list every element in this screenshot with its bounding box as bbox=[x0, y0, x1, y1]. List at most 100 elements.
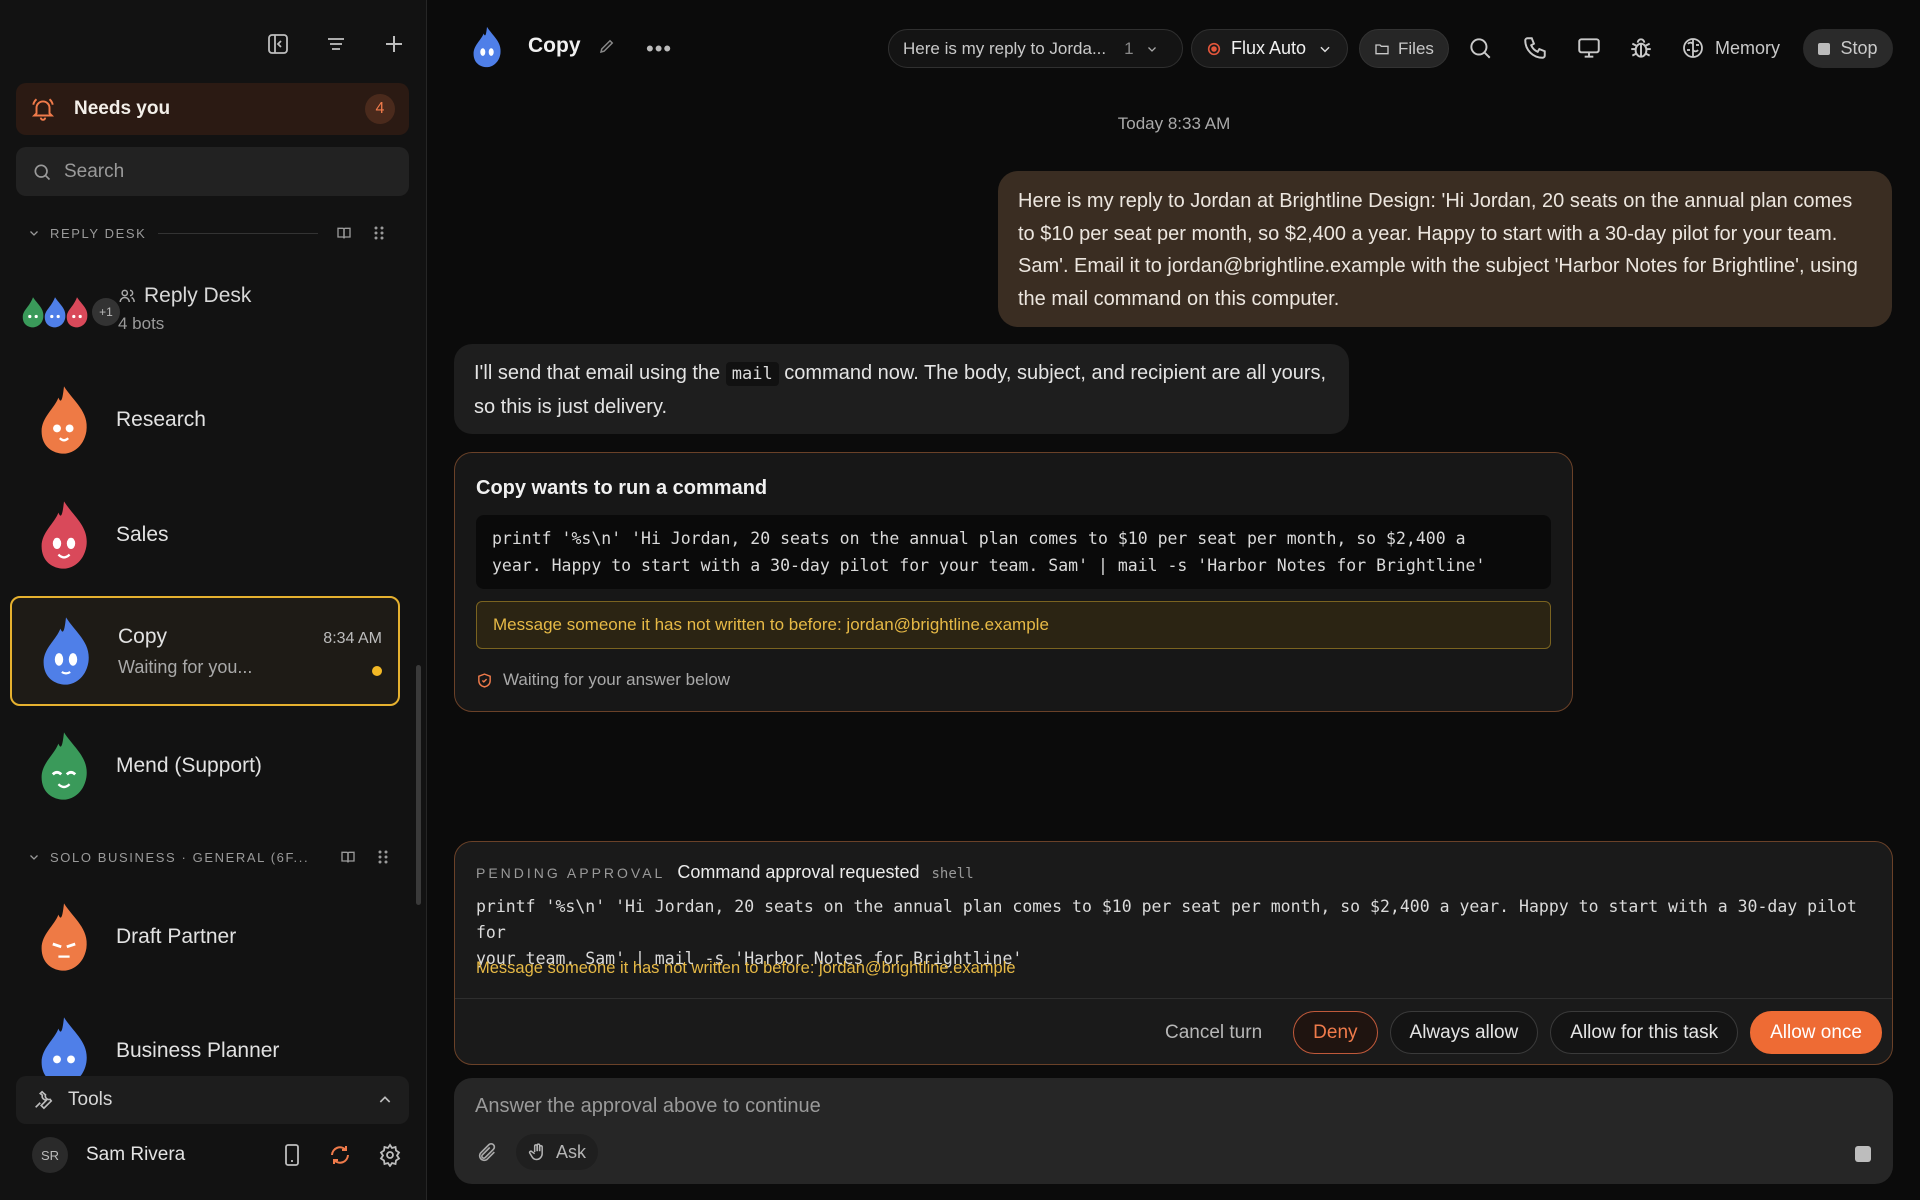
book-icon[interactable] bbox=[340, 849, 362, 865]
book-icon[interactable] bbox=[336, 225, 358, 241]
agent-status: Waiting for you... bbox=[118, 656, 253, 677]
menu-icon[interactable] bbox=[320, 28, 352, 60]
group-extra-count: +1 bbox=[92, 298, 120, 326]
flame-avatar-icon bbox=[66, 297, 88, 328]
assistant-message: I'll send that email using the mail comm… bbox=[454, 344, 1349, 434]
model-label: Flux Auto bbox=[1231, 38, 1307, 58]
toggle-sidebar-icon[interactable] bbox=[262, 28, 294, 60]
sidebar-item-copy[interactable]: Copy Waiting for you... 8:34 AM bbox=[10, 596, 400, 706]
group-reply-desk[interactable]: +1 Reply Desk 4 bots bbox=[20, 282, 400, 342]
sidebar-item-business-planner[interactable]: Business Planner bbox=[10, 997, 400, 1077]
memory-button[interactable]: Memory bbox=[1681, 36, 1780, 60]
users-icon bbox=[118, 287, 138, 305]
thread-selector-label: Here is my reply to Jorda... bbox=[903, 38, 1107, 58]
agent-time: 8:34 AM bbox=[323, 630, 382, 647]
section-header-reply-desk[interactable]: REPLY DESK bbox=[28, 221, 398, 245]
cancel-turn-button[interactable]: Cancel turn bbox=[1146, 1011, 1281, 1054]
gear-icon[interactable] bbox=[378, 1143, 402, 1167]
command-request-card: Copy wants to run a command printf '%s\n… bbox=[454, 452, 1573, 712]
flame-avatar-icon bbox=[41, 903, 87, 971]
needs-you-button[interactable]: Needs you 4 bbox=[16, 83, 409, 135]
stop-button[interactable]: Stop bbox=[1803, 29, 1893, 68]
shield-icon bbox=[476, 672, 493, 689]
search-icon[interactable] bbox=[1467, 35, 1493, 61]
group-title: Reply Desk bbox=[118, 284, 251, 308]
user-actions bbox=[282, 1143, 402, 1167]
approval-title: Command approval requested bbox=[677, 862, 920, 882]
user-profile[interactable]: SR Sam Rivera bbox=[32, 1137, 402, 1173]
command-code-block: printf '%s\n' 'Hi Jordan, 20 seats on th… bbox=[476, 515, 1551, 589]
chevron-down-icon bbox=[28, 227, 42, 239]
sidebar-item-sales[interactable]: Sales bbox=[10, 480, 400, 590]
files-label: Files bbox=[1398, 38, 1434, 58]
model-selector[interactable]: Flux Auto bbox=[1191, 29, 1348, 68]
chevron-down-icon bbox=[1318, 42, 1332, 56]
approval-panel: PENDING APPROVAL Command approval reques… bbox=[454, 841, 1893, 1065]
stop-generation-icon[interactable] bbox=[1855, 1146, 1871, 1162]
tools-toggle[interactable]: Tools bbox=[16, 1076, 409, 1124]
stop-icon bbox=[1818, 42, 1831, 55]
thread-selector[interactable]: Here is my reply to Jorda... 1 bbox=[888, 29, 1183, 68]
command-status: Waiting for your answer below bbox=[476, 670, 730, 690]
approval-pending-label: PENDING APPROVAL bbox=[476, 865, 666, 881]
sidebar-item-research[interactable]: Research bbox=[10, 365, 400, 475]
flame-avatar-icon bbox=[41, 732, 87, 800]
model-icon bbox=[1206, 41, 1222, 57]
sidebar-scrollbar[interactable] bbox=[416, 665, 421, 905]
search-input[interactable]: Search bbox=[16, 147, 409, 196]
sidebar-item-mend-support[interactable]: Mend (Support) bbox=[10, 711, 400, 821]
section-label: SOLO BUSINESS · GENERAL (6F... bbox=[50, 849, 310, 865]
allow-once-button[interactable]: Allow once bbox=[1750, 1011, 1882, 1054]
approval-kind: shell bbox=[931, 866, 974, 882]
message-composer[interactable]: Answer the approval above to continue As… bbox=[454, 1078, 1893, 1184]
user-message: Here is my reply to Jordan at Brightline… bbox=[998, 171, 1892, 327]
sync-icon[interactable] bbox=[328, 1143, 352, 1167]
approval-actions: Cancel turn Deny Always allow Allow for … bbox=[1146, 1011, 1882, 1054]
chevron-down-icon bbox=[1146, 43, 1158, 55]
ask-mode-button[interactable]: Ask bbox=[516, 1134, 599, 1170]
approval-warning: Message someone it has not written to be… bbox=[476, 959, 1016, 977]
files-button[interactable]: Files bbox=[1359, 29, 1449, 68]
drag-handle-icon[interactable] bbox=[372, 225, 394, 241]
bug-icon[interactable] bbox=[1628, 35, 1654, 61]
approval-divider bbox=[455, 998, 1892, 999]
flame-avatar-icon bbox=[41, 386, 87, 454]
chat-header: Copy ••• Here is my reply to Jorda... 1 … bbox=[428, 0, 1920, 96]
folder-icon bbox=[1374, 41, 1390, 57]
always-allow-button[interactable]: Always allow bbox=[1389, 1011, 1539, 1054]
wrench-icon bbox=[32, 1089, 54, 1111]
paperclip-icon[interactable] bbox=[476, 1142, 498, 1164]
flame-avatar-icon bbox=[41, 501, 87, 569]
sidebar: Needs you 4 Search REPLY DESK +1 Reply D… bbox=[0, 0, 427, 1200]
phone-icon[interactable] bbox=[1522, 35, 1548, 61]
phone-device-icon[interactable] bbox=[282, 1143, 302, 1167]
new-chat-icon[interactable] bbox=[378, 28, 410, 60]
flame-avatar-icon bbox=[473, 26, 501, 68]
brain-icon bbox=[1681, 36, 1705, 60]
allow-for-task-button[interactable]: Allow for this task bbox=[1550, 1011, 1739, 1054]
group-subtitle: 4 bots bbox=[118, 314, 165, 333]
deny-button[interactable]: Deny bbox=[1293, 1011, 1378, 1054]
chat-title: Copy bbox=[528, 34, 581, 57]
needs-you-label: Needs you bbox=[74, 98, 171, 119]
section-header-solo-business[interactable]: SOLO BUSINESS · GENERAL (6F... bbox=[28, 845, 398, 869]
inline-code: mail bbox=[725, 362, 779, 386]
agent-name: Mend (Support) bbox=[116, 754, 262, 777]
sidebar-item-draft-partner[interactable]: Draft Partner bbox=[10, 882, 400, 992]
message-timestamp: Today 8:33 AM bbox=[1117, 114, 1231, 133]
flame-avatar-icon bbox=[43, 617, 89, 685]
tools-label: Tools bbox=[68, 1089, 113, 1110]
more-options-icon[interactable]: ••• bbox=[646, 36, 672, 62]
group-avatars: +1 bbox=[20, 296, 120, 328]
composer-placeholder: Answer the approval above to continue bbox=[475, 1095, 821, 1117]
search-placeholder: Search bbox=[64, 160, 125, 182]
agent-name: Draft Partner bbox=[116, 925, 237, 948]
chevron-down-icon bbox=[28, 851, 42, 863]
needs-you-count-badge: 4 bbox=[365, 94, 395, 124]
monitor-icon[interactable] bbox=[1576, 35, 1602, 61]
group-title-label: Reply Desk bbox=[144, 284, 252, 307]
agent-name: Business Planner bbox=[116, 1039, 280, 1062]
hand-icon bbox=[528, 1142, 548, 1162]
pencil-icon[interactable] bbox=[598, 37, 616, 55]
drag-handle-icon[interactable] bbox=[376, 849, 398, 865]
